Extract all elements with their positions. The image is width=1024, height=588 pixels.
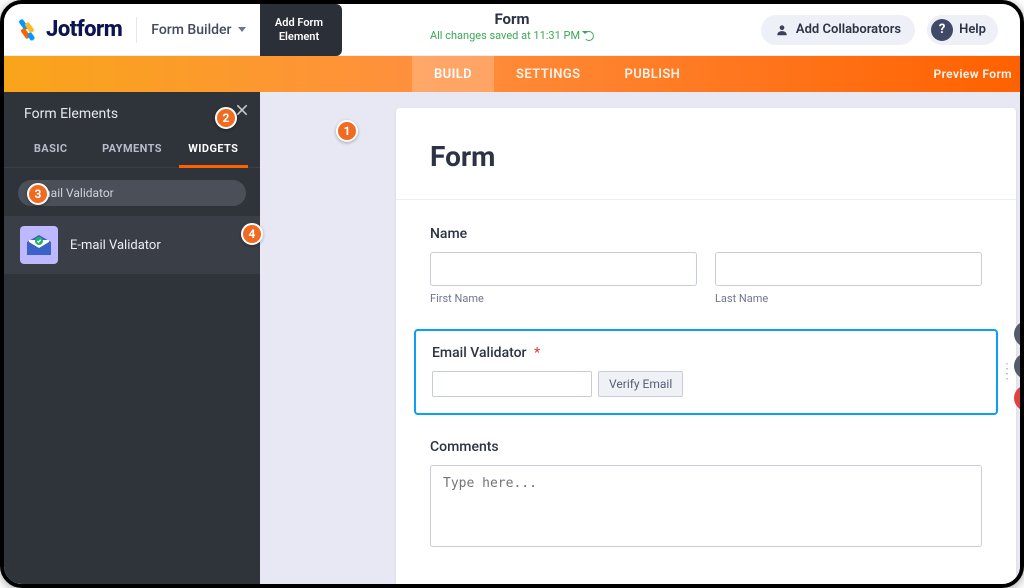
annotation-1: 1 [336,120,358,142]
add-form-element-tab[interactable]: Add Form Element [260,4,342,56]
comments-textarea[interactable] [430,465,982,547]
nav-publish[interactable]: PUBLISH [602,56,702,92]
afe-line2: Element [275,30,323,44]
logo-text: Jotform [46,17,122,42]
nav-build[interactable]: BUILD [412,56,494,92]
divider [396,199,1016,200]
email-validator-icon [20,226,58,264]
panel-tabs: BASIC PAYMENTS WIDGETS [4,132,260,168]
nav-settings[interactable]: SETTINGS [494,56,602,92]
help-button[interactable]: ? Help [927,15,998,45]
question-label: Email Validator * [432,345,980,361]
form-canvas: Form Name First Name Last Name [396,108,1016,584]
save-status: All changes saved at 11:31 PM [430,29,594,42]
drag-handle-icon[interactable]: ⋮⋮⋮⋮ [1000,367,1010,377]
form-elements-panel: Form Elements BASIC PAYMENTS WIDGETS E-m… [4,92,260,584]
revert-icon[interactable] [584,31,594,41]
divider [136,17,137,43]
annotation-2: 2 [215,107,237,129]
tab-payments[interactable]: PAYMENTS [91,132,172,167]
first-name-input[interactable] [430,252,697,286]
add-collaborators-button[interactable]: Add Collaborators [761,15,915,45]
mode-nav: BUILD SETTINGS PUBLISH Preview Form [4,56,1020,92]
user-icon [775,23,789,37]
logo-mark-icon [18,19,40,41]
email-input[interactable] [432,371,592,397]
tab-basic[interactable]: BASIC [10,132,91,167]
top-bar: Jotform Form Builder Form All changes sa… [4,4,1020,56]
widget-email-validator[interactable]: E-mail Validator [4,216,260,274]
label-text: Email Validator [432,345,527,361]
annotation-4: 4 [241,223,263,245]
form-title[interactable]: Form [430,140,982,173]
widget-label: E-mail Validator [70,238,161,253]
first-name-sublabel: First Name [430,292,697,305]
widget-search-input[interactable]: E-mail Validator [18,180,246,206]
add-collaborators-label: Add Collaborators [796,22,901,37]
question-email-validator[interactable]: Email Validator * Verify Email ⋮⋮⋮⋮ [414,329,998,415]
header-center: Form All changes saved at 11:31 PM [430,10,594,42]
chevron-down-icon [238,27,246,32]
question-name[interactable]: Name First Name Last Name [430,226,982,305]
logo[interactable]: Jotform [18,17,122,42]
settings-button[interactable] [1014,353,1020,379]
form-name[interactable]: Form [430,10,594,28]
help-icon: ? [931,19,953,41]
save-status-text: All changes saved at 11:31 PM [430,29,580,42]
verify-email-button[interactable]: Verify Email [598,371,683,397]
tab-widgets[interactable]: WIDGETS [173,132,254,167]
breadcrumb-label: Form Builder [151,22,231,38]
main: Form Elements BASIC PAYMENTS WIDGETS E-m… [4,92,1020,584]
annotation-3: 3 [27,183,49,205]
question-tools [1014,321,1020,411]
wand-button[interactable] [1014,321,1020,347]
panel-title: Form Elements [24,106,118,122]
afe-line1: Add Form [275,16,323,30]
last-name-input[interactable] [715,252,982,286]
app-frame: Jotform Form Builder Form All changes sa… [0,0,1024,588]
header-right: Add Collaborators ? Help [761,15,998,45]
required-asterisk: * [534,345,540,361]
question-label: Name [430,226,982,242]
help-label: Help [959,22,986,37]
breadcrumb[interactable]: Form Builder [151,22,245,38]
last-name-sublabel: Last Name [715,292,982,305]
question-comments[interactable]: Comments [430,439,982,551]
preview-form-button[interactable]: Preview Form [933,56,1012,92]
canvas-area[interactable]: Form Name First Name Last Name [260,92,1020,584]
delete-button[interactable] [1014,385,1020,411]
question-label: Comments [430,439,982,455]
